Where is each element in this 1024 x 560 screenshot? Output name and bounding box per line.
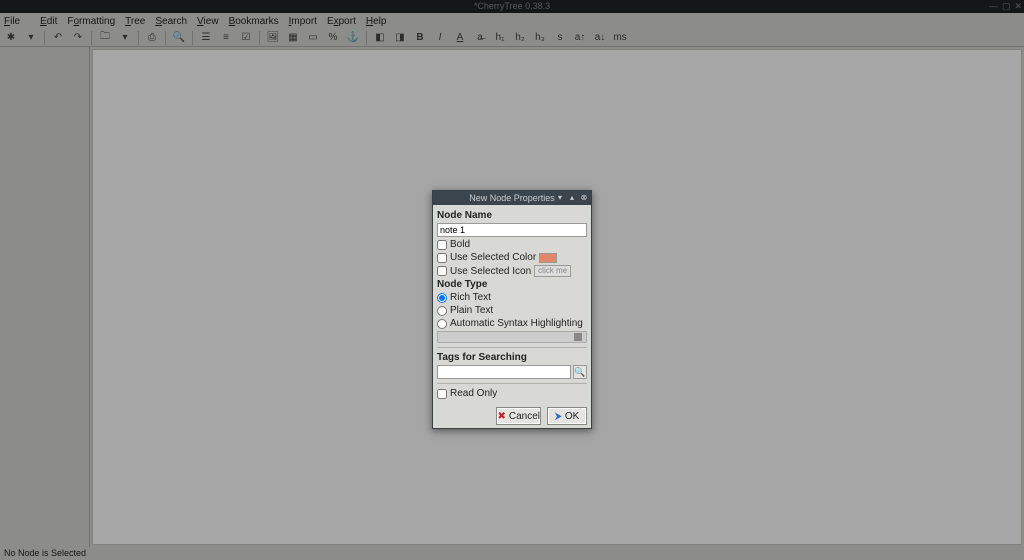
cancel-button[interactable]: ✖ Cancel xyxy=(496,407,541,425)
use-color-label: Use Selected Color xyxy=(450,252,536,263)
ok-button[interactable]: ⮞ OK xyxy=(547,407,587,425)
use-icon-checkbox[interactable] xyxy=(437,266,447,276)
bold-label: Bold xyxy=(450,239,470,250)
node-type-label: Node Type xyxy=(437,279,587,290)
dialog-titlebar: New Node Properties ▾ ▴ ⊗ xyxy=(433,191,591,205)
tags-label: Tags for Searching xyxy=(437,352,587,363)
new-node-dialog: New Node Properties ▾ ▴ ⊗ Node Name Bold… xyxy=(432,190,592,429)
radio-rich-label: Rich Text xyxy=(450,292,491,303)
tags-search-button[interactable]: 🔍 xyxy=(573,365,587,379)
readonly-label: Read Only xyxy=(450,388,497,399)
dialog-maximize-icon[interactable]: ▴ xyxy=(567,191,577,201)
radio-plain-label: Plain Text xyxy=(450,305,493,316)
color-swatch[interactable] xyxy=(539,253,557,263)
node-name-input[interactable] xyxy=(437,223,587,237)
cancel-label: Cancel xyxy=(509,411,540,422)
dialog-close-icon[interactable]: ⊗ xyxy=(579,191,589,201)
readonly-checkbox[interactable] xyxy=(437,389,447,399)
cancel-icon: ✖ xyxy=(497,411,505,422)
radio-rich-text[interactable] xyxy=(437,293,447,303)
syntax-selector-disabled xyxy=(437,331,587,343)
node-name-label: Node Name xyxy=(437,210,587,221)
dialog-title: New Node Properties xyxy=(469,193,555,203)
radio-syntax-label: Automatic Syntax Highlighting xyxy=(450,318,583,329)
use-color-checkbox[interactable] xyxy=(437,253,447,263)
dialog-minimize-icon[interactable]: ▾ xyxy=(555,191,565,201)
ok-icon: ⮞ xyxy=(555,411,562,422)
radio-plain-text[interactable] xyxy=(437,306,447,316)
tags-input[interactable] xyxy=(437,365,571,379)
pick-icon-button[interactable]: click me xyxy=(534,265,571,277)
radio-syntax[interactable] xyxy=(437,319,447,329)
use-icon-label: Use Selected Icon xyxy=(450,266,531,277)
ok-label: OK xyxy=(565,411,579,422)
bold-checkbox[interactable] xyxy=(437,240,447,250)
